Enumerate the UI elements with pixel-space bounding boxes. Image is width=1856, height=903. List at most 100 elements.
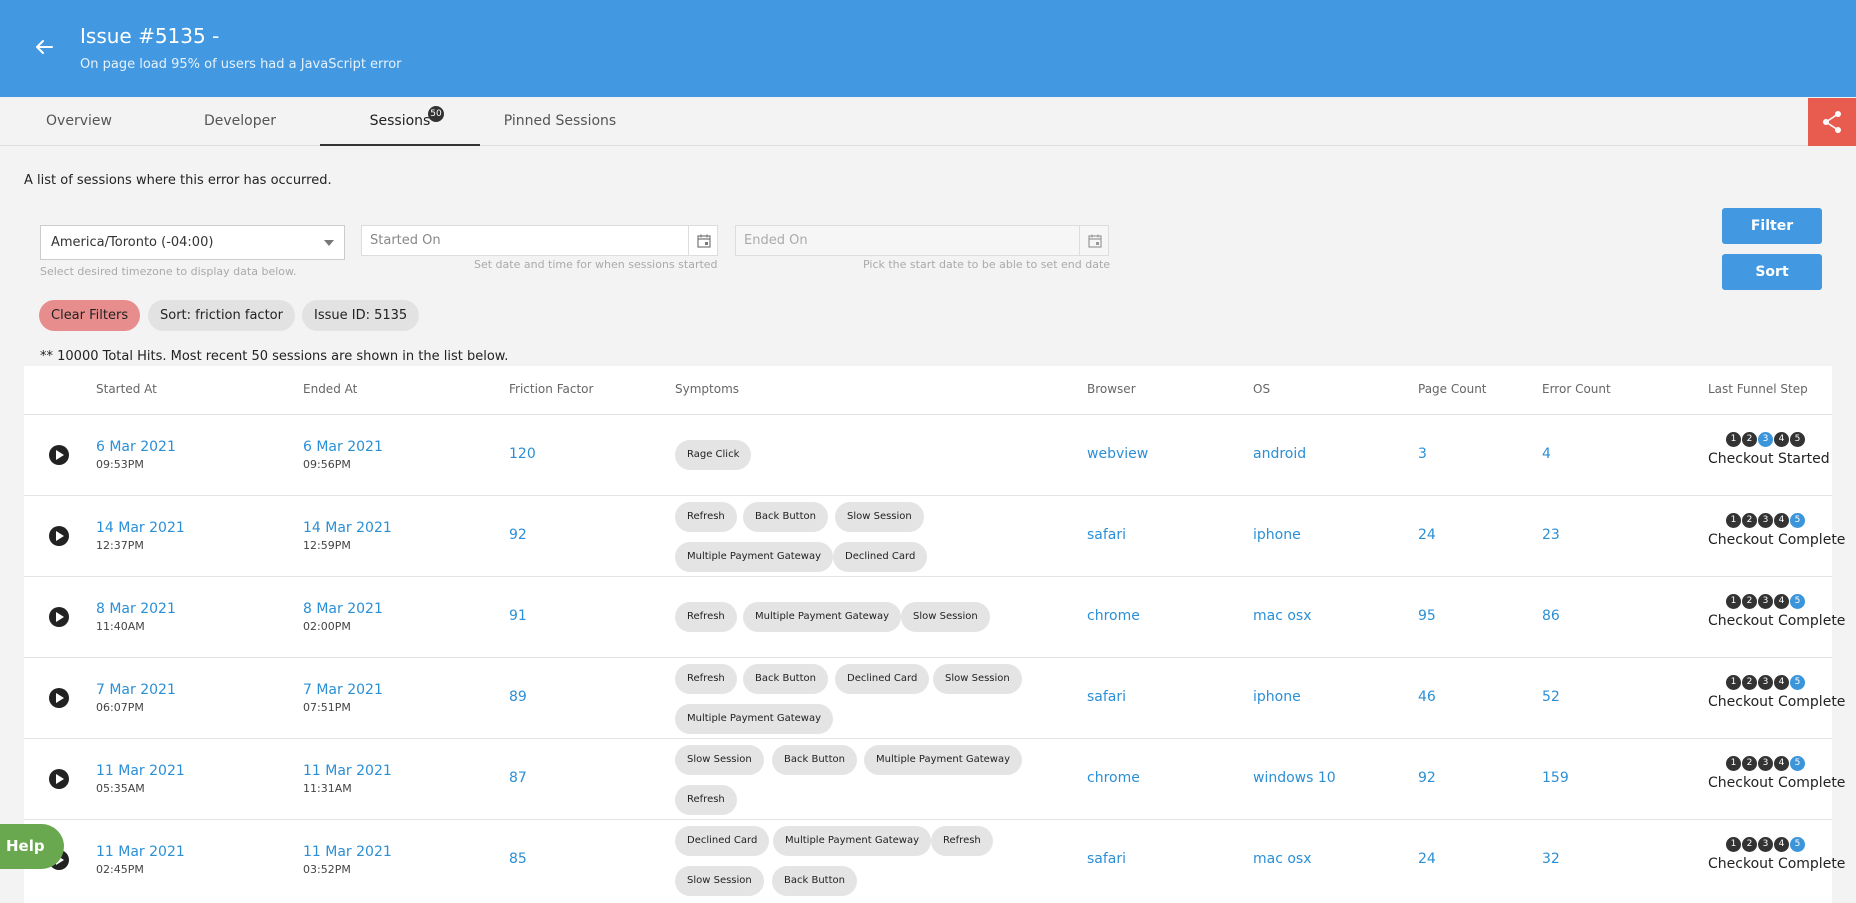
- page-count-value[interactable]: 24: [1418, 851, 1436, 867]
- filter-button[interactable]: Filter: [1722, 208, 1822, 244]
- symptom-tag: Multiple Payment Gateway: [743, 602, 902, 632]
- funnel-step-dot: 3: [1758, 594, 1773, 609]
- table-row: 8 Mar 2021 11:40AM 8 Mar 2021 02:00PM 91 Refr…: [24, 576, 1845, 657]
- play-session-button[interactable]: [49, 769, 69, 789]
- play-session-button[interactable]: [49, 526, 69, 546]
- sort-button[interactable]: Sort: [1722, 254, 1822, 290]
- timezone-select[interactable]: America/Toronto (-04:00): [40, 225, 345, 260]
- started-on-helper-text: Set date and time for when sessions star…: [474, 258, 718, 271]
- friction-factor-value[interactable]: 91: [509, 608, 527, 624]
- started-date-link[interactable]: 7 Mar 2021: [96, 682, 176, 698]
- page-count-value[interactable]: 92: [1418, 770, 1436, 786]
- tab-developer[interactable]: Developer: [182, 97, 298, 146]
- browser-value[interactable]: safari: [1087, 689, 1126, 705]
- tab-pinned-sessions[interactable]: Pinned Sessions: [498, 97, 622, 146]
- col-friction-factor[interactable]: Friction Factor: [509, 382, 593, 396]
- error-count-value[interactable]: 52: [1542, 689, 1560, 705]
- os-value[interactable]: android: [1253, 446, 1306, 462]
- error-count-value[interactable]: 23: [1542, 527, 1560, 543]
- funnel-steps: 12345: [1726, 756, 1806, 772]
- col-error-count[interactable]: Error Count: [1542, 382, 1611, 396]
- page-count-value[interactable]: 3: [1418, 446, 1427, 462]
- started-date-link[interactable]: 11 Mar 2021: [96, 844, 185, 860]
- col-browser[interactable]: Browser: [1087, 382, 1136, 396]
- started-date-link[interactable]: 14 Mar 2021: [96, 520, 185, 536]
- error-count-value[interactable]: 159: [1542, 770, 1569, 786]
- started-time: 02:45PM: [96, 863, 144, 876]
- funnel-steps: 12345: [1726, 432, 1806, 448]
- ended-on-input[interactable]: Ended On: [735, 225, 1109, 256]
- symptom-tag: Multiple Payment Gateway: [675, 542, 834, 572]
- ended-date-link[interactable]: 7 Mar 2021: [303, 682, 383, 698]
- page-count-value[interactable]: 24: [1418, 527, 1436, 543]
- calendar-icon[interactable]: [688, 226, 718, 255]
- play-session-button[interactable]: [49, 607, 69, 627]
- table-row: 7 Mar 2021 06:07PM 7 Mar 2021 07:51PM 89 Refr…: [24, 657, 1845, 738]
- error-count-value[interactable]: 86: [1542, 608, 1560, 624]
- symptom-tag: Slow Session: [675, 745, 764, 775]
- symptom-tag: Slow Session: [835, 502, 924, 532]
- ended-date-link[interactable]: 11 Mar 2021: [303, 844, 392, 860]
- symptom-tag: Slow Session: [933, 664, 1022, 694]
- play-session-button[interactable]: [49, 688, 69, 708]
- funnel-step-dot: 2: [1742, 756, 1757, 771]
- sort-chip[interactable]: Sort: friction factor: [148, 300, 295, 331]
- funnel-step-label: Checkout Complete: [1708, 532, 1846, 548]
- os-value[interactable]: mac osx: [1253, 608, 1312, 624]
- os-value[interactable]: iphone: [1253, 689, 1301, 705]
- back-arrow-icon[interactable]: [30, 33, 58, 61]
- browser-value[interactable]: safari: [1087, 851, 1126, 867]
- help-button[interactable]: Help: [0, 824, 64, 869]
- page-count-value[interactable]: 46: [1418, 689, 1436, 705]
- funnel-step-dot: 5: [1790, 594, 1805, 609]
- friction-factor-value[interactable]: 89: [509, 689, 527, 705]
- issue-id-chip[interactable]: Issue ID: 5135: [302, 300, 420, 331]
- os-value[interactable]: mac osx: [1253, 851, 1312, 867]
- friction-factor-value[interactable]: 120: [509, 446, 536, 462]
- started-date-link[interactable]: 11 Mar 2021: [96, 763, 185, 779]
- browser-value[interactable]: chrome: [1087, 608, 1140, 624]
- funnel-step-dot: 3: [1758, 432, 1773, 447]
- ended-date-link[interactable]: 14 Mar 2021: [303, 520, 392, 536]
- funnel-step-dot: 5: [1790, 432, 1805, 447]
- timezone-helper-text: Select desired timezone to display data …: [40, 265, 297, 278]
- funnel-step-dot: 2: [1742, 837, 1757, 852]
- started-date-link[interactable]: 6 Mar 2021: [96, 439, 176, 455]
- ended-date-link[interactable]: 11 Mar 2021: [303, 763, 392, 779]
- page-count-value[interactable]: 95: [1418, 608, 1436, 624]
- ended-date-link[interactable]: 6 Mar 2021: [303, 439, 383, 455]
- ended-date-link[interactable]: 8 Mar 2021: [303, 601, 383, 617]
- table-row: 11 Mar 2021 02:45PM 11 Mar 2021 03:52PM 85 De…: [24, 819, 1845, 900]
- browser-value[interactable]: chrome: [1087, 770, 1140, 786]
- calendar-icon[interactable]: [1079, 226, 1109, 255]
- error-count-value[interactable]: 32: [1542, 851, 1560, 867]
- browser-value[interactable]: safari: [1087, 527, 1126, 543]
- error-count-value[interactable]: 4: [1542, 446, 1551, 462]
- funnel-step-dot: 4: [1774, 594, 1789, 609]
- tab-sessions-label: Sessions: [369, 113, 431, 129]
- play-session-button[interactable]: [49, 445, 69, 465]
- ended-time: 03:52PM: [303, 863, 351, 876]
- tab-sessions[interactable]: Sessions: [320, 97, 480, 146]
- ended-time: 07:51PM: [303, 701, 351, 714]
- col-page-count[interactable]: Page Count: [1418, 382, 1487, 396]
- share-button[interactable]: [1808, 98, 1856, 146]
- started-on-input[interactable]: Started On: [361, 225, 718, 256]
- col-started-at[interactable]: Started At: [96, 382, 157, 396]
- browser-value[interactable]: webview: [1087, 446, 1148, 462]
- os-value[interactable]: iphone: [1253, 527, 1301, 543]
- tab-overview[interactable]: Overview: [24, 97, 134, 146]
- col-os[interactable]: OS: [1253, 382, 1270, 396]
- friction-factor-value[interactable]: 87: [509, 770, 527, 786]
- funnel-step-dot: 4: [1774, 513, 1789, 528]
- col-ended-at[interactable]: Ended At: [303, 382, 357, 396]
- symptom-tag: Refresh: [931, 826, 993, 856]
- friction-factor-value[interactable]: 92: [509, 527, 527, 543]
- funnel-step-dot: 5: [1790, 837, 1805, 852]
- started-date-link[interactable]: 8 Mar 2021: [96, 601, 176, 617]
- os-value[interactable]: windows 10: [1253, 770, 1336, 786]
- funnel-step-dot: 4: [1774, 432, 1789, 447]
- friction-factor-value[interactable]: 85: [509, 851, 527, 867]
- funnel-step-dot: 2: [1742, 675, 1757, 690]
- clear-filters-chip[interactable]: Clear Filters: [39, 300, 141, 331]
